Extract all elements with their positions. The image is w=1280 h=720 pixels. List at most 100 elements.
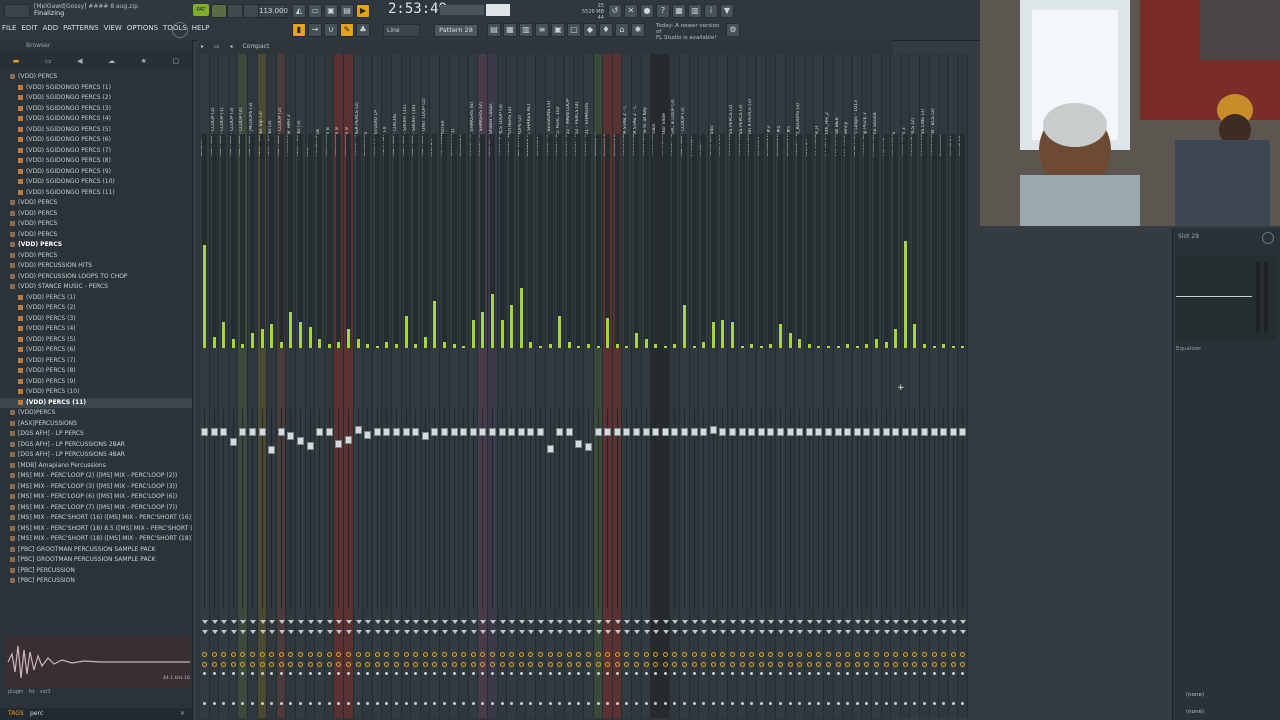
volume-fader[interactable] <box>863 428 871 436</box>
route-dot[interactable] <box>548 702 552 705</box>
route-dot[interactable] <box>731 702 734 705</box>
volume-fader[interactable] <box>834 428 842 436</box>
route-dot[interactable] <box>567 702 571 705</box>
route-dot[interactable] <box>750 672 754 675</box>
pan-knob[interactable] <box>893 652 899 657</box>
send-arrow-icon[interactable] <box>931 620 938 624</box>
menu-file[interactable]: FILE <box>2 24 16 36</box>
mixer-track[interactable]: [MS] MIX - SHORT (16) <box>411 54 421 718</box>
volume-fader[interactable] <box>930 428 938 436</box>
channel-rack-icon[interactable]: ▦ <box>503 23 517 37</box>
route-dot[interactable] <box>491 702 494 705</box>
pan-knob[interactable] <box>240 662 246 667</box>
pan-knob[interactable] <box>883 652 889 657</box>
send-arrow-icon[interactable] <box>710 630 717 634</box>
pan-knob[interactable] <box>499 662 505 667</box>
volume-fader[interactable] <box>479 428 487 436</box>
mixer-track[interactable]: Pure Sine <box>718 54 728 718</box>
mixer-track[interactable]: Kontakt 3 <box>593 54 604 718</box>
route-dot[interactable] <box>721 672 725 675</box>
send-arrow-icon[interactable] <box>432 630 439 634</box>
pan-knob[interactable] <box>490 652 495 657</box>
send-arrow-icon[interactable] <box>682 630 688 634</box>
route-dot[interactable] <box>347 702 350 705</box>
send-arrow-icon[interactable] <box>864 630 871 634</box>
route-dot[interactable] <box>673 702 677 705</box>
output-routing[interactable]: (none) <box>1186 709 1246 715</box>
send-arrow-icon[interactable] <box>672 620 679 624</box>
route-dot[interactable] <box>932 672 936 675</box>
send-arrow-icon[interactable] <box>557 630 564 634</box>
send-arrow-icon[interactable] <box>298 630 304 634</box>
tags-label[interactable]: TAGS <box>8 708 24 720</box>
volume-fader[interactable] <box>469 428 477 436</box>
send-arrow-icon[interactable] <box>922 620 928 624</box>
browser-item[interactable]: (VDD) PERCS (6) <box>0 345 192 356</box>
volume-fader[interactable] <box>959 428 967 436</box>
route-dot[interactable] <box>836 672 840 675</box>
send-arrow-icon[interactable] <box>509 630 516 634</box>
route-dot[interactable] <box>452 702 456 705</box>
mixer-track[interactable]: 808 #2 <box>430 54 440 718</box>
browser-item[interactable]: (VDD) SGIDONGO PERCS (7) <box>0 146 192 157</box>
send-arrow-icon[interactable] <box>451 630 458 634</box>
mixer-track[interactable]: Boomer/Stabs <box>651 54 661 718</box>
send-arrow-icon[interactable] <box>778 630 784 634</box>
send-arrow-icon[interactable] <box>566 630 573 634</box>
pan-knob[interactable] <box>221 652 227 657</box>
send-arrow-icon[interactable] <box>662 630 669 634</box>
browser-item[interactable]: (VDD) SGIDONGO PERCS (6) <box>0 135 192 146</box>
pan-knob[interactable] <box>336 652 342 657</box>
mixer-layout-icon[interactable]: ◂ <box>230 43 233 50</box>
brush-icon[interactable]: ♣ <box>356 23 370 37</box>
send-arrow-icon[interactable] <box>250 630 256 634</box>
send-arrow-icon[interactable] <box>394 620 400 624</box>
send-arrow-icon[interactable] <box>941 630 948 634</box>
route-dot[interactable] <box>500 672 504 675</box>
send-arrow-icon[interactable] <box>355 630 362 634</box>
pan-knob[interactable] <box>960 652 966 657</box>
mixer-track[interactable]: DP_COMMUTER <box>440 54 450 718</box>
mixer-track[interactable]: TT_GUITAR_R <box>814 54 824 718</box>
browser-item[interactable]: (VDD) PERCS (9) <box>0 377 192 388</box>
pan-knob[interactable] <box>336 662 342 667</box>
route-dot[interactable] <box>913 672 917 675</box>
pan-knob[interactable] <box>374 662 380 667</box>
pan-knob[interactable] <box>259 652 265 657</box>
route-dot[interactable] <box>673 672 677 675</box>
master-pitch-slider[interactable] <box>486 4 510 16</box>
send-arrow-icon[interactable] <box>307 620 314 624</box>
route-dot[interactable] <box>529 702 533 705</box>
route-dot[interactable] <box>423 702 427 705</box>
pan-knob[interactable] <box>797 652 803 657</box>
route-dot[interactable] <box>740 702 744 705</box>
volume-fader[interactable] <box>316 428 324 436</box>
send-arrow-icon[interactable] <box>490 630 496 634</box>
browser-item[interactable]: (VDD) PERCS (4) <box>0 324 192 335</box>
route-dot[interactable] <box>212 672 216 675</box>
volume-fader[interactable] <box>239 428 247 436</box>
send-arrow-icon[interactable] <box>259 630 266 634</box>
volume-fader[interactable] <box>777 428 784 436</box>
pan-knob[interactable] <box>432 652 438 657</box>
mixer-track[interactable]: Pluck Melodic <box>708 54 719 718</box>
route-dot[interactable] <box>443 702 446 705</box>
send-arrow-icon[interactable] <box>499 630 506 634</box>
route-dot[interactable] <box>558 672 562 675</box>
send-arrow-icon[interactable] <box>605 620 612 624</box>
route-dot[interactable] <box>395 702 398 705</box>
volume-fader[interactable] <box>901 428 909 436</box>
mixer-track[interactable]: [VDD] Kane H. at Key <box>641 54 652 718</box>
send-arrow-icon[interactable] <box>278 620 285 624</box>
send-arrow-icon[interactable] <box>557 620 564 624</box>
route-dot[interactable] <box>404 702 408 705</box>
pan-knob[interactable] <box>211 662 217 667</box>
pan-knob[interactable] <box>634 652 639 657</box>
pattern-selector[interactable]: Pattern 28 <box>434 24 478 37</box>
pan-knob[interactable] <box>749 652 755 657</box>
route-dot[interactable] <box>260 702 264 705</box>
browser-item[interactable]: (VDD) SGIDONGO PERCS (11) <box>0 188 192 199</box>
send-arrow-icon[interactable] <box>816 630 823 634</box>
send-arrow-icon[interactable] <box>586 620 592 624</box>
pan-knob[interactable] <box>528 662 534 667</box>
